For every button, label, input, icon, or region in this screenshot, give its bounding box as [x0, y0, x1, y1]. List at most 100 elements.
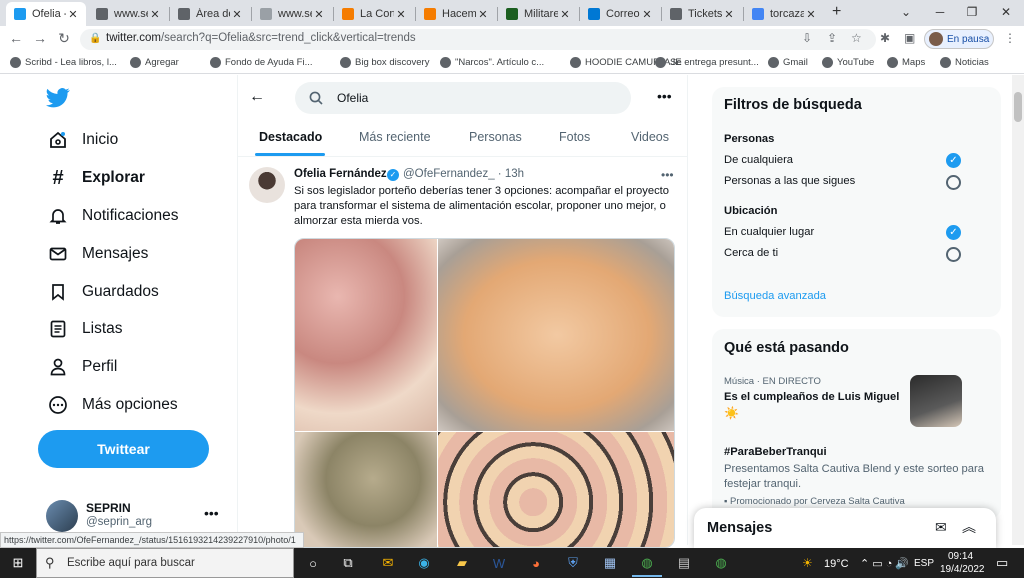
tab-search-icon[interactable]: ⌄ — [890, 0, 922, 26]
tab-9[interactable]: Tickets ✕ — [662, 2, 742, 26]
bookmark-item[interactable]: "Narcos". Artículo c... — [440, 57, 544, 68]
photo-3[interactable] — [295, 432, 437, 547]
close-tab-icon[interactable]: ✕ — [66, 8, 80, 21]
clock-date[interactable]: 19/4/2022 — [940, 564, 985, 575]
account-switcher[interactable]: SEPRIN @seprin_arg ••• — [46, 497, 226, 533]
new-tab-button[interactable]: + — [832, 3, 841, 21]
bookmark-item[interactable]: Maps — [887, 57, 925, 68]
nav-item-more-circle[interactable]: Más opciones — [46, 390, 178, 420]
task-view-icon[interactable]: ⧉ — [338, 553, 358, 573]
weather-icon[interactable]: ☀ — [802, 556, 813, 570]
bookmark-item[interactable]: Fondo de Ayuda Fi... — [210, 57, 313, 68]
close-tab-icon[interactable]: ✕ — [722, 8, 736, 21]
star-icon[interactable]: ☆ — [851, 31, 862, 45]
edge-icon[interactable]: ◉ — [414, 553, 434, 573]
share-icon[interactable]: ⇪ — [827, 31, 837, 45]
check-icon[interactable]: ✓ — [946, 225, 961, 240]
address-bar[interactable]: 🔒 twitter.com/search?q=Ofelia&src=trend_… — [80, 29, 876, 50]
tab-4[interactable]: www.se✕ — [252, 2, 332, 26]
nav-item-person[interactable]: Perfil — [46, 352, 117, 382]
tab-2[interactable]: Más reciente — [359, 130, 431, 144]
tab-3[interactable]: Personas — [469, 130, 522, 144]
tweet-author-handle[interactable]: @OfeFernandez_ · 13h — [403, 168, 524, 180]
tab-6[interactable]: Hacemo✕ — [416, 2, 496, 26]
extensions-icon[interactable]: ✱ — [880, 31, 890, 45]
trend-thumbnail[interactable] — [910, 375, 962, 427]
bookmark-item[interactable]: Agregar — [130, 57, 179, 68]
sidepanel-icon[interactable]: ▣ — [904, 31, 915, 45]
profile-button[interactable]: En pausa — [924, 29, 994, 49]
minimize-icon[interactable]: ─ — [924, 0, 956, 26]
firefox-icon[interactable]: ◕ — [526, 553, 546, 573]
menu-icon[interactable]: ⋮ — [1004, 31, 1016, 45]
close-tab-icon[interactable]: ✕ — [558, 8, 572, 21]
tab-3[interactable]: Área de✕ — [170, 2, 250, 26]
close-tab-icon[interactable]: ✕ — [394, 8, 408, 21]
scrollbar[interactable] — [1012, 75, 1024, 545]
scrollbar-thumb[interactable] — [1014, 92, 1022, 122]
clock-time[interactable]: 09:14 — [948, 551, 973, 562]
close-window-icon[interactable]: ✕ — [990, 0, 1022, 26]
new-message-icon[interactable]: ✉ — [935, 519, 947, 536]
twitter-logo-icon[interactable] — [46, 88, 70, 108]
tab-5[interactable]: Videos — [631, 130, 669, 144]
radio-icon[interactable] — [946, 175, 961, 190]
people-option-following[interactable]: Personas a las que sigues — [724, 175, 855, 187]
bookmark-item[interactable]: Se entrega presunt... — [655, 57, 759, 68]
tab-2[interactable]: www.sep✕ — [88, 2, 168, 26]
tab-5[interactable]: La Corte✕ — [334, 2, 414, 26]
photo-4[interactable] — [438, 432, 674, 547]
tweet-author-avatar[interactable] — [249, 167, 285, 203]
close-tab-icon[interactable]: ✕ — [230, 8, 244, 21]
bookmark-item[interactable]: Gmail — [768, 57, 808, 68]
file-explorer-icon[interactable]: ▰ — [452, 553, 472, 573]
chrome-icon[interactable]: ◍ — [711, 553, 731, 573]
bookmark-item[interactable]: Scribd - Lea libros, l... — [10, 57, 117, 68]
bookmark-item[interactable]: Big box discovery — [340, 57, 429, 68]
input-language[interactable]: ESP — [914, 558, 934, 569]
cortana-icon[interactable]: ○ — [303, 553, 323, 573]
messages-drawer[interactable]: Mensajes ✉ ︽ — [694, 508, 996, 548]
bookmark-item[interactable]: Noticias — [940, 57, 989, 68]
tab-7[interactable]: Militare ✕ — [498, 2, 578, 26]
advanced-search-link[interactable]: Búsqueda avanzada — [724, 290, 826, 302]
radio-icon[interactable] — [946, 247, 961, 262]
promoted-trend-title[interactable]: #ParaBeberTranqui — [724, 446, 827, 458]
tweet-author-name[interactable]: Ofelia Fernández — [294, 168, 387, 180]
check-icon[interactable]: ✓ — [946, 153, 961, 168]
photo-1[interactable] — [295, 239, 437, 431]
tweet-media[interactable] — [294, 238, 675, 548]
search-settings-icon[interactable]: ••• — [657, 88, 672, 104]
word-icon[interactable]: W — [489, 553, 509, 573]
mail-app-icon[interactable]: ✉ — [378, 553, 398, 573]
notifications-icon[interactable]: ▭ — [996, 555, 1008, 571]
nav-item-bookmark[interactable]: Guardados — [46, 277, 159, 307]
restore-icon[interactable]: ❐ — [956, 0, 988, 26]
close-tab-icon[interactable]: ✕ — [476, 8, 490, 21]
close-tab-icon[interactable]: ✕ — [148, 8, 162, 21]
chrome-icon[interactable]: ◍ — [637, 553, 657, 573]
close-tab-icon[interactable]: ✕ — [312, 8, 326, 21]
search-input[interactable]: Ofelia — [295, 82, 631, 114]
reload-icon[interactable]: ↻ — [55, 30, 73, 47]
tab-10[interactable]: torcaza ✕ — [744, 2, 824, 26]
app-icon[interactable]: ▤ — [674, 553, 694, 573]
nav-item-hashtag[interactable]: # Explorar — [46, 163, 144, 193]
install-icon[interactable]: ⇩ — [802, 31, 812, 45]
tab-1[interactable]: Ofelia - ✕ — [6, 2, 86, 26]
back-arrow-icon[interactable]: ← — [249, 88, 265, 106]
location-option-anywhere[interactable]: En cualquier lugar — [724, 226, 814, 238]
network-app-icon[interactable]: ▦ — [600, 553, 620, 573]
nav-item-mail[interactable]: Mensajes — [46, 239, 148, 269]
photo-2[interactable] — [438, 239, 674, 431]
forward-icon[interactable]: → — [31, 30, 49, 46]
bookmark-item[interactable]: YouTube — [822, 57, 874, 68]
trend-title[interactable]: Es el cumpleaños de Luis Miguel — [724, 391, 899, 403]
tweet-more-icon[interactable]: ••• — [661, 168, 674, 182]
tray-icons[interactable]: ⌃ ▭ ◔ 🔊 — [860, 557, 909, 570]
taskbar-search[interactable]: ⚲ Escribe aquí para buscar — [36, 548, 294, 578]
nav-item-bell[interactable]: Notificaciones — [46, 201, 179, 231]
location-option-near[interactable]: Cerca de ti — [724, 247, 778, 259]
tab-4[interactable]: Fotos — [559, 130, 590, 144]
nav-item-home[interactable]: Inicio — [46, 125, 118, 155]
